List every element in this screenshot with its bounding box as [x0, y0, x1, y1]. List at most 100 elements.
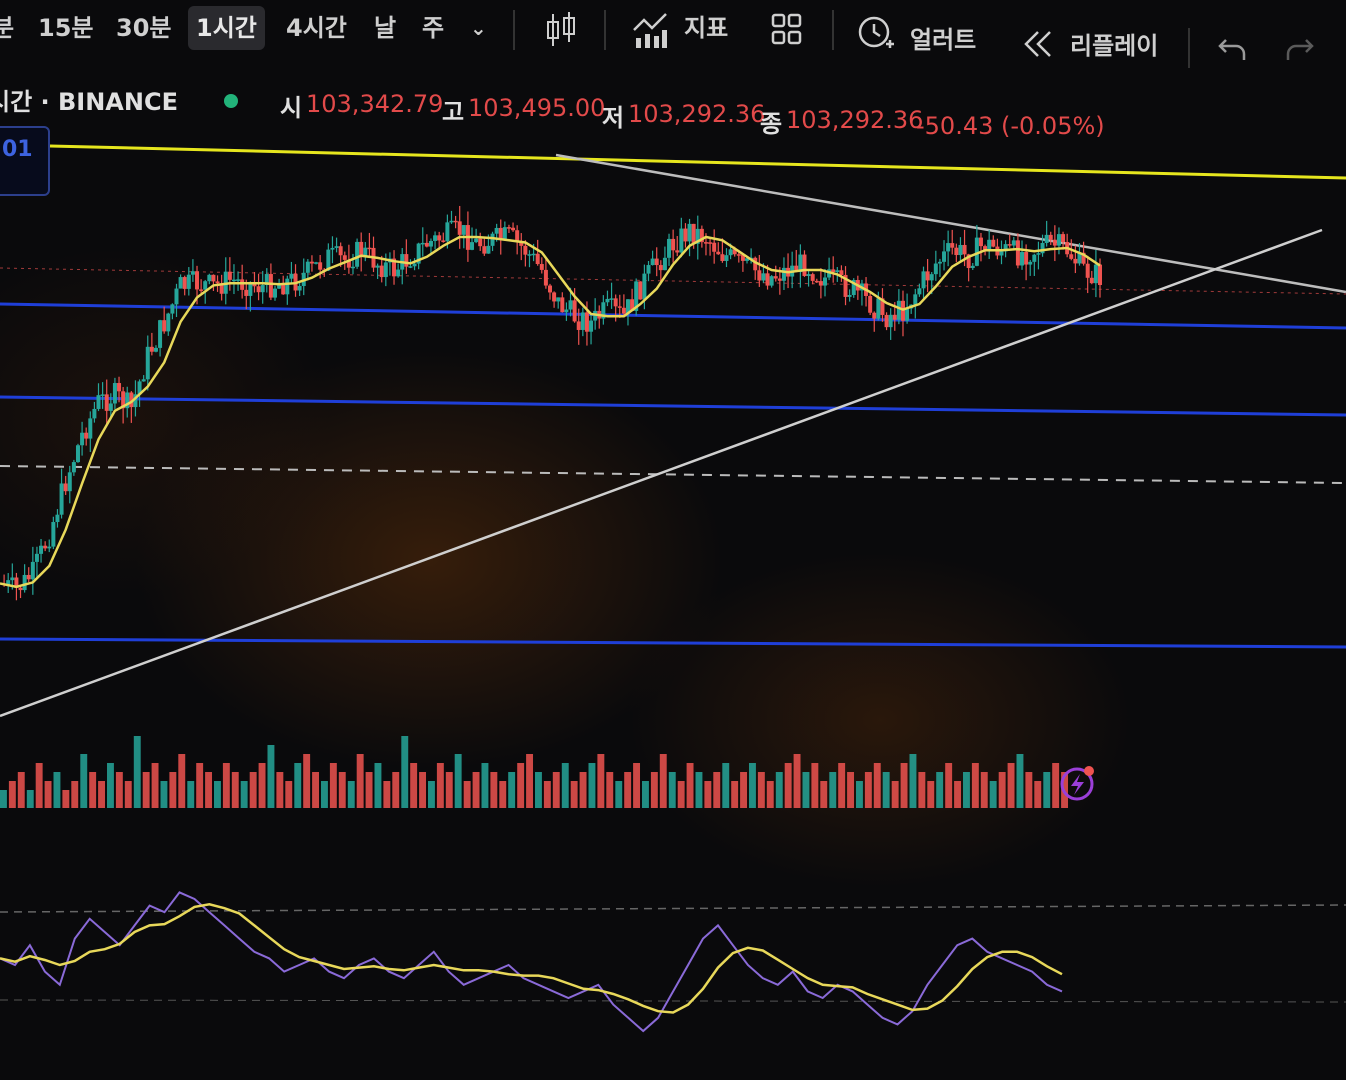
- candle-body: [297, 286, 302, 291]
- support-line-blue-2[interactable]: [0, 395, 1346, 417]
- volume-bar: [463, 781, 471, 808]
- candle-body: [260, 285, 265, 293]
- candle-body: [158, 320, 163, 348]
- candle-body: [535, 253, 540, 265]
- volume-bar: [615, 781, 623, 808]
- volume-bar: [445, 772, 453, 808]
- candle-body: [757, 270, 762, 281]
- volume-bar: [392, 772, 400, 808]
- candle-body: [954, 247, 959, 256]
- candle-body: [470, 242, 475, 250]
- volume-bar: [17, 772, 25, 808]
- volume-bar: [606, 772, 614, 808]
- candle-body: [211, 274, 216, 282]
- volume-bar: [133, 736, 141, 808]
- candle-body: [330, 247, 335, 250]
- candle-body: [1015, 240, 1020, 266]
- candle-body: [991, 239, 996, 247]
- volume-bar: [329, 763, 337, 808]
- candle-body: [523, 245, 528, 255]
- candle-body: [679, 228, 684, 253]
- candle-body: [683, 228, 688, 242]
- volume-bar: [240, 781, 248, 808]
- candle-body: [572, 300, 577, 322]
- volume-bar: [276, 772, 284, 808]
- candle-body: [781, 267, 786, 281]
- volume-bar: [419, 772, 427, 808]
- candle-body: [162, 320, 167, 332]
- candle-body: [494, 227, 499, 234]
- candle-body: [1011, 240, 1016, 246]
- candle-body: [420, 242, 425, 245]
- volume-bar: [668, 772, 676, 808]
- candle-body: [80, 432, 85, 446]
- candle-body: [367, 247, 372, 250]
- candle-body: [92, 408, 97, 419]
- volume-bar: [142, 772, 150, 808]
- volume-bar: [303, 754, 311, 808]
- candle-body: [256, 286, 261, 293]
- candle-body: [999, 251, 1004, 256]
- candle-body: [461, 225, 466, 235]
- candle-body: [970, 265, 975, 269]
- volume-bar: [312, 772, 320, 808]
- candle-body: [170, 304, 175, 314]
- resistance-line-yellow[interactable]: [49, 144, 1346, 180]
- volume-bar: [383, 781, 391, 808]
- candle-body: [318, 262, 323, 270]
- candle-body: [814, 280, 819, 283]
- volume-bar: [410, 763, 418, 808]
- candle-body: [605, 298, 610, 303]
- candle-body: [728, 249, 733, 256]
- volume-bar: [338, 772, 346, 808]
- candle-body: [933, 263, 938, 275]
- volume-bar: [347, 781, 355, 808]
- candle-body: [145, 346, 150, 380]
- volume-bar: [838, 763, 846, 808]
- candle-body: [305, 261, 310, 273]
- volume-bar: [35, 763, 43, 808]
- candle-body: [942, 251, 947, 262]
- candle-body: [761, 273, 766, 281]
- candle-body: [929, 274, 934, 281]
- candle-body: [613, 298, 618, 307]
- volume-bar: [766, 781, 774, 808]
- candle-body: [88, 418, 93, 439]
- price-chart[interactable]: [0, 0, 1346, 1080]
- candle-body: [117, 383, 122, 392]
- candle-body: [396, 269, 401, 277]
- candle-body: [75, 445, 80, 463]
- candle-body: [646, 265, 651, 274]
- candle-body: [769, 276, 774, 286]
- volume-bar: [642, 781, 649, 808]
- volume-bar: [205, 772, 213, 808]
- volume-bar: [258, 763, 266, 808]
- candle-body: [445, 222, 450, 242]
- candle-body: [584, 312, 589, 332]
- candle-body: [847, 295, 852, 297]
- candle-body: [925, 271, 930, 281]
- candle-body: [724, 255, 729, 261]
- volume-bar: [909, 754, 917, 808]
- candle-body: [876, 298, 881, 319]
- candle-body: [675, 250, 680, 253]
- candle-body: [342, 255, 347, 260]
- candle-body: [962, 244, 967, 255]
- candle-body: [186, 274, 191, 289]
- volume-bar: [954, 781, 962, 808]
- volume-bar: [927, 781, 935, 808]
- candle-body: [383, 262, 388, 278]
- candle-body: [182, 277, 187, 289]
- volume-bar: [508, 772, 516, 808]
- candle-body: [531, 253, 536, 256]
- candle-body: [359, 241, 364, 257]
- candle-body: [917, 288, 922, 295]
- candle-body: [141, 379, 146, 382]
- candle-body: [84, 432, 89, 439]
- candle-body: [621, 307, 626, 314]
- volume-bar: [222, 763, 230, 808]
- support-line-blue-1[interactable]: [0, 302, 1346, 330]
- candle-body: [1028, 261, 1033, 265]
- candle-body: [560, 297, 565, 313]
- candle-body: [950, 243, 955, 248]
